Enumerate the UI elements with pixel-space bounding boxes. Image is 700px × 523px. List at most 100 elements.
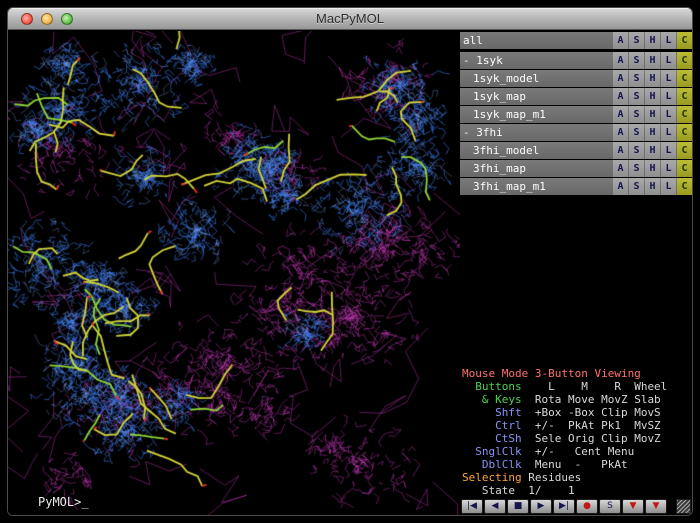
row-action-a-button[interactable]: A bbox=[613, 88, 628, 105]
selecting-mode-line-text: Residues bbox=[528, 471, 581, 484]
row-action-l-button[interactable]: L bbox=[661, 70, 676, 87]
buttons-header-line: Buttons L M R Wheel bbox=[462, 380, 692, 393]
row-action-l-button[interactable]: L bbox=[661, 178, 676, 195]
vcr-fast-forward-button[interactable]: ▶| bbox=[553, 499, 575, 514]
row-action-a-button[interactable]: A bbox=[613, 178, 628, 195]
object-name[interactable]: 3fhi_model bbox=[460, 142, 612, 159]
object-name[interactable]: - 1syk bbox=[460, 52, 612, 69]
row-action-l-button[interactable]: L bbox=[661, 160, 676, 177]
shift-row-text: +Box -Box Clip MovS bbox=[522, 406, 661, 419]
row-action-a-button[interactable]: A bbox=[613, 32, 628, 49]
vcr-record-button[interactable]: ● bbox=[576, 499, 598, 514]
row-action-l-button[interactable]: L bbox=[661, 88, 676, 105]
object-name[interactable]: 1syk_model bbox=[460, 70, 612, 87]
object-name[interactable]: - 3fhi bbox=[460, 124, 612, 141]
row-action-c-button[interactable]: C bbox=[677, 142, 692, 159]
vcr-page-down-button[interactable]: ▼ bbox=[622, 499, 644, 514]
row-action-h-button[interactable]: H bbox=[645, 142, 660, 159]
object-action-buttons: ASHLC bbox=[612, 32, 692, 49]
viewport-3d[interactable]: PyMOL>_ bbox=[8, 31, 460, 515]
row-action-c-button[interactable]: C bbox=[677, 106, 692, 123]
dblclk-row-text: DblClk bbox=[462, 458, 522, 471]
row-action-s-button[interactable]: S bbox=[629, 178, 644, 195]
object-action-buttons: ASHLC bbox=[612, 178, 692, 195]
vcr-rewind-button[interactable]: |◀ bbox=[461, 499, 483, 514]
row-action-a-button[interactable]: A bbox=[613, 70, 628, 87]
row-action-h-button[interactable]: H bbox=[645, 106, 660, 123]
object-row-1syk: - 1syk ASHLC bbox=[460, 52, 692, 69]
desktop: MacPyMOL PyMOL>_ all ASHLC - 1syk ASHLC … bbox=[0, 0, 700, 523]
window-title: MacPyMOL bbox=[8, 11, 692, 26]
object-action-buttons: ASHLC bbox=[612, 160, 692, 177]
selecting-mode-line[interactable]: Selecting Residues bbox=[462, 471, 692, 484]
object-name[interactable]: 1syk_map_m1 bbox=[460, 106, 612, 123]
row-action-l-button[interactable]: L bbox=[661, 106, 676, 123]
row-action-h-button[interactable]: H bbox=[645, 52, 660, 69]
row-action-s-button[interactable]: S bbox=[629, 106, 644, 123]
object-row-1syk_map: 1syk_map ASHLC bbox=[460, 88, 692, 105]
shift-row-text: Shft bbox=[462, 406, 522, 419]
object-name[interactable]: all bbox=[460, 32, 612, 49]
row-action-a-button[interactable]: A bbox=[613, 142, 628, 159]
object-name[interactable]: 3fhi_map_m1 bbox=[460, 178, 612, 195]
row-action-c-button[interactable]: C bbox=[677, 52, 692, 69]
row-action-l-button[interactable]: L bbox=[661, 142, 676, 159]
row-action-s-button[interactable]: S bbox=[629, 88, 644, 105]
object-row-3fhi_map_m1: 3fhi_map_m1 ASHLC bbox=[460, 178, 692, 195]
shift-row: Shft +Box -Box Clip MovS bbox=[462, 406, 692, 419]
state-line[interactable]: State 1/ 1 bbox=[462, 484, 692, 497]
keys-row-text: Rota Move MovZ Slab bbox=[522, 393, 661, 406]
row-action-l-button[interactable]: L bbox=[661, 32, 676, 49]
snglclk-row-text: +/- Cent Menu bbox=[522, 445, 635, 458]
row-action-a-button[interactable]: A bbox=[613, 160, 628, 177]
title-bar[interactable]: MacPyMOL bbox=[8, 8, 692, 30]
row-action-h-button[interactable]: H bbox=[645, 160, 660, 177]
row-action-c-button[interactable]: C bbox=[677, 88, 692, 105]
object-row-3fhi: - 3fhi ASHLC bbox=[460, 124, 692, 141]
row-action-c-button[interactable]: C bbox=[677, 70, 692, 87]
command-prompt[interactable]: PyMOL>_ bbox=[38, 495, 89, 509]
row-action-c-button[interactable]: C bbox=[677, 124, 692, 141]
vcr-step-back-button[interactable]: ◀ bbox=[484, 499, 506, 514]
row-action-h-button[interactable]: H bbox=[645, 70, 660, 87]
vcr-play-button[interactable]: ▶ bbox=[530, 499, 552, 514]
object-name[interactable]: 1syk_map bbox=[460, 88, 612, 105]
row-action-l-button[interactable]: L bbox=[661, 52, 676, 69]
ctrl-row-text: +/- PkAt Pk1 MvSZ bbox=[522, 419, 661, 432]
resize-grip-icon[interactable] bbox=[676, 499, 691, 514]
object-row-1syk_model: 1syk_model ASHLC bbox=[460, 70, 692, 87]
mouse-mode-line[interactable]: Mouse Mode 3-Button Viewing bbox=[462, 367, 692, 380]
row-action-h-button[interactable]: H bbox=[645, 124, 660, 141]
buttons-header-line-text: Buttons bbox=[462, 380, 522, 393]
vcr-page-down-2-button[interactable]: ▼ bbox=[645, 499, 667, 514]
row-action-s-button[interactable]: S bbox=[629, 70, 644, 87]
row-action-s-button[interactable]: S bbox=[629, 124, 644, 141]
row-action-s-button[interactable]: S bbox=[629, 160, 644, 177]
object-row-3fhi_model: 3fhi_model ASHLC bbox=[460, 142, 692, 159]
window-content: PyMOL>_ all ASHLC - 1syk ASHLC 1syk_mode… bbox=[8, 31, 692, 515]
row-action-c-button[interactable]: C bbox=[677, 178, 692, 195]
object-name[interactable]: 3fhi_map bbox=[460, 160, 612, 177]
ctsh-row: CtSh Sele Orig Clip MovZ bbox=[462, 432, 692, 445]
row-action-a-button[interactable]: A bbox=[613, 106, 628, 123]
row-action-s-button[interactable]: S bbox=[629, 142, 644, 159]
vcr-scene-button[interactable]: S bbox=[599, 499, 621, 514]
row-action-s-button[interactable]: S bbox=[629, 52, 644, 69]
row-action-h-button[interactable]: H bbox=[645, 32, 660, 49]
row-action-a-button[interactable]: A bbox=[613, 52, 628, 69]
row-action-h-button[interactable]: H bbox=[645, 178, 660, 195]
vcr-stop-button[interactable]: ■ bbox=[507, 499, 529, 514]
molecule-render[interactable] bbox=[8, 31, 460, 515]
object-action-buttons: ASHLC bbox=[612, 70, 692, 87]
keys-row: & Keys Rota Move MovZ Slab bbox=[462, 393, 692, 406]
text-cursor: _ bbox=[81, 495, 88, 509]
row-action-c-button[interactable]: C bbox=[677, 32, 692, 49]
row-action-c-button[interactable]: C bbox=[677, 160, 692, 177]
prompt-label: PyMOL> bbox=[38, 495, 81, 509]
row-action-s-button[interactable]: S bbox=[629, 32, 644, 49]
object-action-buttons: ASHLC bbox=[612, 124, 692, 141]
row-action-l-button[interactable]: L bbox=[661, 124, 676, 141]
object-action-buttons: ASHLC bbox=[612, 142, 692, 159]
row-action-h-button[interactable]: H bbox=[645, 88, 660, 105]
row-action-a-button[interactable]: A bbox=[613, 124, 628, 141]
